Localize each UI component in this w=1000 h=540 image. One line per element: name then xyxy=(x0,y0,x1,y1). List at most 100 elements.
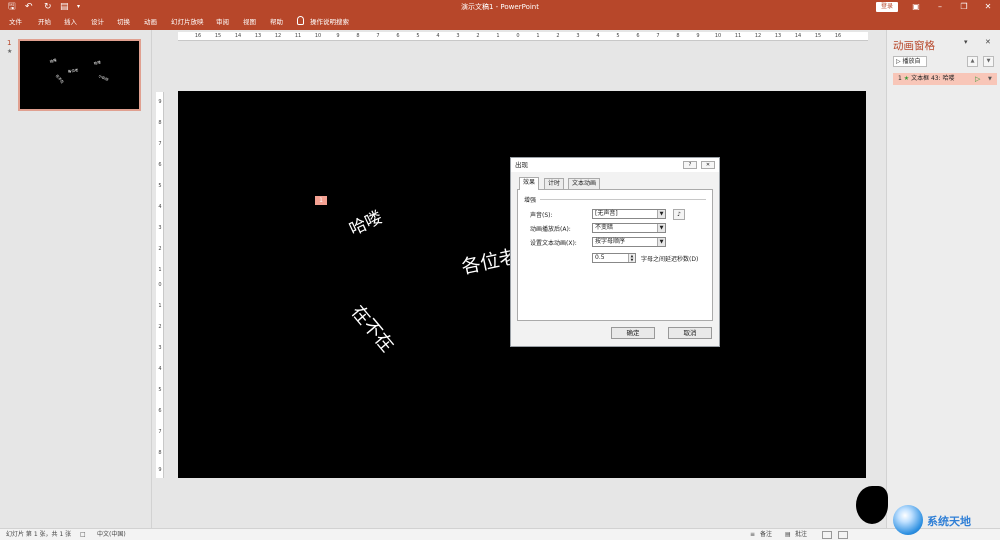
animation-pane: 动画窗格 ▾ ✕ ▷ 播放自 ▲ ▼ 1 ★ 文本框 43: 哈喽 ▷ ▼ xyxy=(886,30,1000,528)
slide-thumbnail[interactable]: 哈喽 各位老 在不在 哈喽 小伙伴 xyxy=(18,39,141,111)
ruler-tick-label: 1 xyxy=(536,33,540,39)
tab-review[interactable]: 审阅 xyxy=(216,17,229,27)
ruler-tick-label: 4 xyxy=(436,33,440,39)
chevron-down-icon[interactable]: ▾ xyxy=(964,38,968,46)
animate-text-select[interactable]: 按字母顺序 ▼ xyxy=(592,237,666,247)
letter-delay-value: 0.5 xyxy=(595,254,605,261)
ruler-tick-label: 10 xyxy=(714,33,722,39)
ruler-tick-label: 5 xyxy=(416,33,420,39)
spinner-arrows-icon[interactable]: ▲ ▼ xyxy=(628,254,635,262)
accessibility-icon[interactable]: □ xyxy=(80,530,86,540)
chevron-down-icon[interactable]: ▼ xyxy=(657,224,665,232)
tab-slideshow[interactable]: 幻灯片放映 xyxy=(171,17,204,27)
dialog-tab-timing[interactable]: 计时 xyxy=(544,178,565,189)
close-icon[interactable]: ✕ xyxy=(985,38,991,46)
chevron-down-icon[interactable]: ▼ xyxy=(988,73,992,85)
ruler-tick-label: 10 xyxy=(314,33,322,39)
tab-transitions[interactable]: 切换 xyxy=(117,17,130,27)
ruler-tick-label: 9 xyxy=(158,99,162,105)
speaker-icon[interactable]: ♪ xyxy=(673,209,685,220)
tab-design[interactable]: 设计 xyxy=(91,17,104,27)
ok-button[interactable]: 确定 xyxy=(611,327,655,339)
ruler-tick-label: 11 xyxy=(734,33,742,39)
ruler-tick-label: 8 xyxy=(158,450,162,456)
ruler-tick-label: 0 xyxy=(158,282,162,288)
notes-icon: ≡ xyxy=(750,531,756,538)
ribbon-display-icon[interactable]: ▣ xyxy=(904,0,928,14)
ruler-tick-label: 7 xyxy=(158,141,162,147)
letter-delay-spinner[interactable]: 0.5 ▲ ▼ xyxy=(592,253,636,263)
tell-me-search[interactable]: 操作说明搜索 xyxy=(310,17,349,27)
ribbon-tabs: 文件 开始 插入 设计 切换 动画 幻灯片放映 审阅 视图 帮助 操作说明搜索 xyxy=(0,14,1000,30)
move-down-button[interactable]: ▼ xyxy=(983,56,994,67)
dialog-tab-text-animation[interactable]: 文本动画 xyxy=(568,178,601,189)
ruler-tick-label: 6 xyxy=(636,33,640,39)
dialog-close-button[interactable]: ✕ xyxy=(701,161,715,169)
dialog-tab-effect[interactable]: 效果 xyxy=(519,177,540,190)
slide-text-are-you-there[interactable]: 在不在 xyxy=(346,299,401,357)
letter-delay-label: 字母之间延迟秒数(D) xyxy=(641,256,699,263)
ruler-tick-label: 9 xyxy=(336,33,340,39)
tab-insert[interactable]: 插入 xyxy=(64,17,77,27)
thumb-word: 各位老 xyxy=(67,68,79,74)
ruler-tick-label: 8 xyxy=(158,120,162,126)
ruler-tick-label: 4 xyxy=(596,33,600,39)
dialog-help-button[interactable]: ? xyxy=(683,161,697,169)
ruler-tick-label: 13 xyxy=(254,33,262,39)
sound-select[interactable]: [无声音] ▼ xyxy=(592,209,666,219)
normal-view-icon[interactable] xyxy=(822,531,832,539)
tab-animations[interactable]: 动画 xyxy=(144,17,157,27)
window-title: 演示文稿1 - PowerPoint xyxy=(461,3,539,11)
login-button[interactable]: 登录 xyxy=(876,2,898,12)
close-icon[interactable]: ✕ xyxy=(976,0,1000,14)
ruler-tick-label: 6 xyxy=(396,33,400,39)
play-from-label: 播放自 xyxy=(902,58,921,65)
chevron-down-icon[interactable]: ▼ xyxy=(657,238,665,246)
after-animation-label: 动画播放后(A): xyxy=(530,226,571,233)
animation-order-tag[interactable]: 1 xyxy=(315,196,327,205)
ruler-tick-label: 5 xyxy=(616,33,620,39)
maximize-icon[interactable]: ❐ xyxy=(952,0,976,14)
notes-button[interactable]: 备注 xyxy=(760,530,772,540)
effect-options-dialog: 出现 ? ✕ 效果 计时 文本动画 增强 声音(S): [无声音] ▼ ♪ 动画… xyxy=(510,157,720,347)
dialog-panel: 增强 声音(S): [无声音] ▼ ♪ 动画播放后(A): 不变暗 ▼ 设置文本… xyxy=(517,189,713,321)
watermark: 系统天地 xyxy=(893,505,1000,540)
ruler-tick-label: 16 xyxy=(194,33,202,39)
ruler-tick-label: 1 xyxy=(158,267,162,273)
ruler-tick-label: 4 xyxy=(158,204,162,210)
animation-item-index: 1 xyxy=(898,75,902,82)
minimize-icon[interactable]: – xyxy=(928,0,952,14)
section-heading: 增强 xyxy=(524,197,537,204)
after-animation-select[interactable]: 不变暗 ▼ xyxy=(592,223,666,233)
slide-sorter-icon[interactable] xyxy=(838,531,848,539)
language-indicator[interactable]: 中文(中国) xyxy=(97,530,126,540)
animation-pane-title: 动画窗格 xyxy=(893,40,935,52)
ruler-tick-label: 16 xyxy=(834,33,842,39)
slide-text-hello[interactable]: 哈喽 xyxy=(344,203,385,240)
tab-file[interactable]: 文件 xyxy=(9,17,22,27)
thumb-word: 小伙伴 xyxy=(97,74,110,83)
slide-thumbnail-pane: 1 ★ 哈喽 各位老 在不在 哈喽 小伙伴 xyxy=(0,30,152,528)
vertical-ruler: 9 8 7 6 5 4 3 2 1 0 1 2 3 4 5 6 7 8 9 xyxy=(156,92,164,478)
thumb-word: 哈喽 xyxy=(49,57,58,65)
move-up-button[interactable]: ▲ xyxy=(967,56,978,67)
animation-item[interactable]: 1 ★ 文本框 43: 哈喽 ▷ ▼ xyxy=(893,73,997,85)
ruler-tick-label: 11 xyxy=(294,33,302,39)
ruler-tick-label: 7 xyxy=(376,33,380,39)
ruler-tick-label: 12 xyxy=(754,33,762,39)
ruler-tick-label: 4 xyxy=(158,366,162,372)
globe-logo-icon xyxy=(893,505,923,535)
chevron-down-icon[interactable]: ▼ xyxy=(657,210,665,218)
lightbulb-icon xyxy=(297,16,304,25)
tab-help[interactable]: 帮助 xyxy=(270,17,283,27)
play-from-button[interactable]: ▷ 播放自 xyxy=(893,56,927,67)
tab-home[interactable]: 开始 xyxy=(38,17,51,27)
black-shape xyxy=(856,486,888,524)
status-bar: 幻灯片 第 1 张，共 1 张 □ 中文(中国) ≡ 备注 ▤ 批注 xyxy=(0,528,1000,540)
cancel-button[interactable]: 取消 xyxy=(668,327,712,339)
ruler-tick-label: 0 xyxy=(516,33,520,39)
ruler-tick-label: 14 xyxy=(234,33,242,39)
comments-button[interactable]: 批注 xyxy=(795,530,807,540)
tab-view[interactable]: 视图 xyxy=(243,17,256,27)
ruler-tick-label: 8 xyxy=(356,33,360,39)
